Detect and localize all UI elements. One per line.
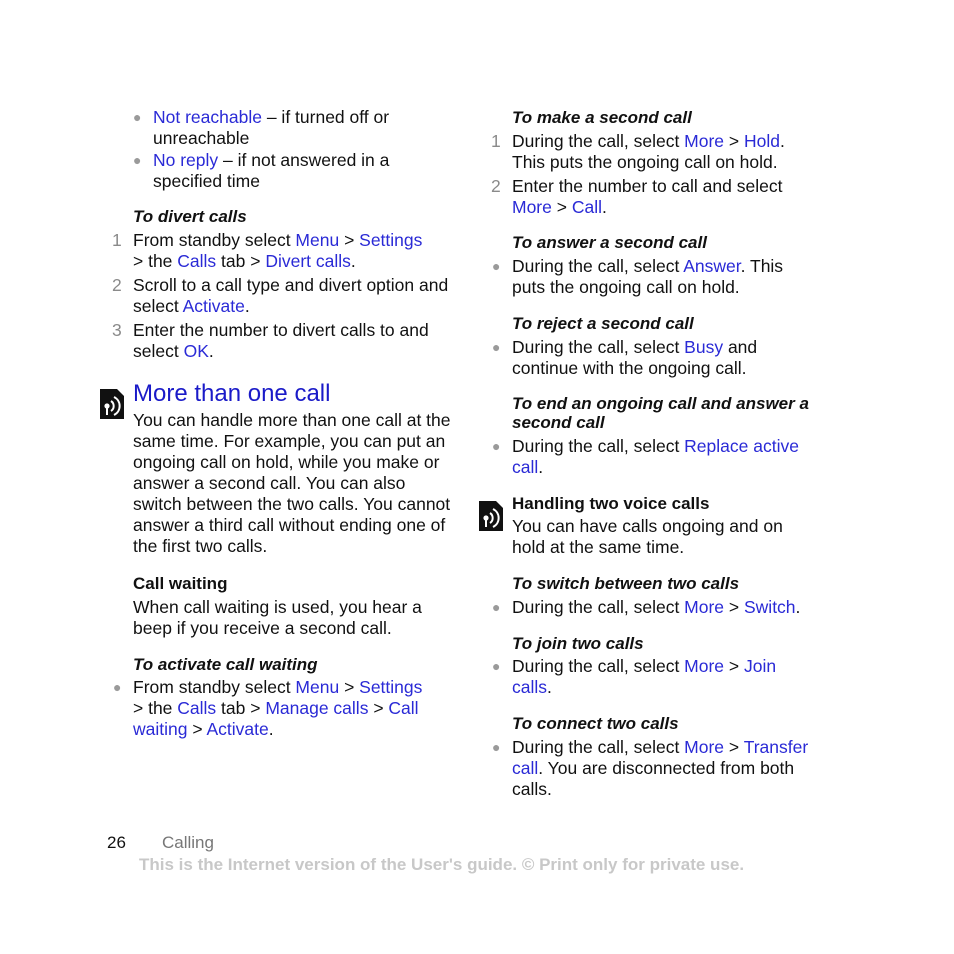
link-calls[interactable]: Calls: [177, 698, 216, 718]
answer-step: ● During the call, select Answer. This p…: [492, 256, 784, 297]
section-body: You can handle more than one call at the…: [133, 410, 451, 556]
link-menu[interactable]: Menu: [295, 230, 339, 250]
switch-step: ● During the call, select More > Switch.: [492, 597, 801, 617]
divert-step-3: 3 Enter the number to divert calls to an…: [112, 320, 429, 361]
link-activate[interactable]: Activate: [206, 719, 268, 739]
link-menu[interactable]: Menu: [295, 677, 339, 697]
bullet-dot: ●: [113, 679, 122, 695]
divert-heading: To divert calls: [133, 207, 247, 226]
link-hold[interactable]: Hold: [744, 131, 780, 151]
link-divert-calls[interactable]: Divert calls: [265, 251, 351, 271]
link-ok[interactable]: OK: [184, 341, 209, 361]
link-manage-calls[interactable]: Manage calls: [265, 698, 368, 718]
make-heading: To make a second call: [512, 108, 692, 127]
divert-step-1: 1 From standby select Menu > Settings > …: [112, 230, 423, 271]
divert-step-2: 2 Scroll to a call type and divert optio…: [112, 275, 449, 316]
link-no-reply[interactable]: No reply: [153, 150, 218, 170]
connect-heading: To connect two calls: [512, 714, 679, 733]
link-more[interactable]: More: [684, 737, 724, 757]
link-settings[interactable]: Settings: [359, 677, 422, 697]
link-not-reachable[interactable]: Not reachable: [153, 107, 262, 127]
bullet-no-reply: ● No reply – if not answered in a specif…: [133, 150, 390, 191]
handling-body: You can have calls ongoing and on hold a…: [512, 516, 783, 557]
activate-step: ● From standby select Menu > Settings > …: [113, 677, 423, 739]
end-step: ● During the call, select Replace active…: [492, 436, 799, 477]
link-settings[interactable]: Settings: [359, 230, 422, 250]
end-heading: To end an ongoing call and answer a seco…: [512, 394, 809, 432]
make-step-2: 2 Enter the number to call and select Mo…: [491, 176, 783, 217]
call-waiting-heading: Call waiting: [133, 574, 228, 593]
bullet-dot: ●: [133, 152, 142, 168]
link-more[interactable]: More: [684, 597, 724, 617]
bullet-dot: ●: [133, 109, 142, 125]
join-heading: To join two calls: [512, 634, 644, 653]
link-busy[interactable]: Busy: [684, 337, 723, 357]
activate-heading: To activate call waiting: [133, 655, 318, 674]
section-title: More than one call: [133, 380, 331, 407]
switch-heading: To switch between two calls: [512, 574, 740, 593]
link-calls[interactable]: Calls: [177, 251, 216, 271]
handling-heading: Handling two voice calls: [512, 494, 710, 513]
link-answer[interactable]: Answer: [683, 256, 740, 276]
link-more[interactable]: More: [684, 656, 724, 676]
link-more[interactable]: More: [684, 131, 724, 151]
connect-step: ● During the call, select More > Transfe…: [492, 737, 809, 799]
footer-note: This is the Internet version of the User…: [139, 855, 745, 874]
answer-heading: To answer a second call: [512, 233, 707, 252]
footer-section: Calling: [162, 833, 214, 852]
page-number: 26: [107, 833, 126, 852]
phone-signal-icon: [479, 501, 503, 531]
call-waiting-body: When call waiting is used, you hear a be…: [133, 597, 422, 638]
join-step: ● During the call, select More > Join ca…: [492, 656, 777, 697]
link-switch[interactable]: Switch: [744, 597, 796, 617]
link-activate[interactable]: Activate: [183, 296, 245, 316]
link-call[interactable]: Call: [572, 197, 602, 217]
make-step-1: 1 During the call, select More > Hold. T…: [491, 131, 785, 172]
phone-signal-icon: [100, 389, 124, 419]
link-more[interactable]: More: [512, 197, 552, 217]
bullet-not-reachable: ● Not reachable – if turned off or unrea…: [133, 107, 390, 148]
reject-step: ● During the call, select Busy and conti…: [492, 337, 758, 378]
reject-heading: To reject a second call: [512, 314, 694, 333]
